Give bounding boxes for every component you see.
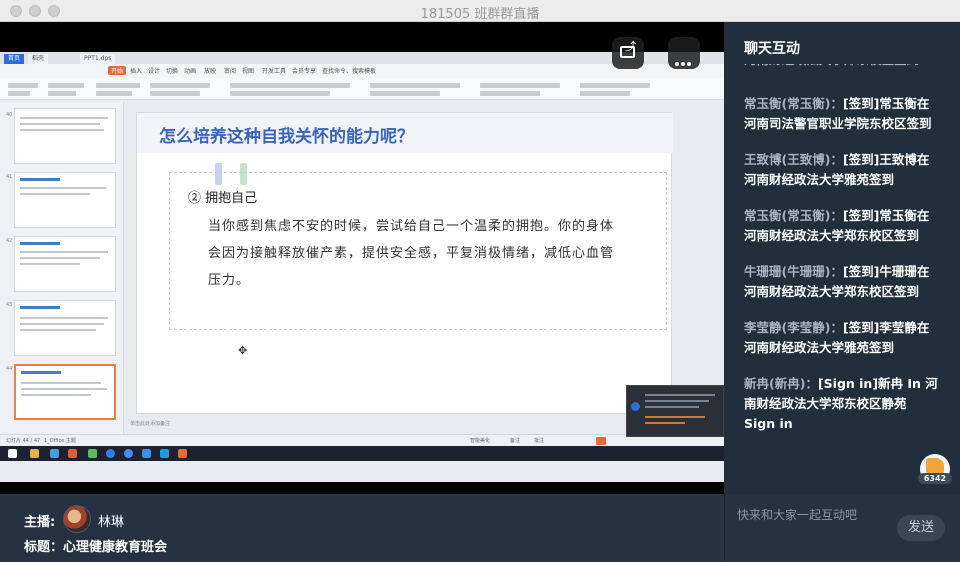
more-icon <box>675 51 693 70</box>
slide-thumbnail[interactable] <box>14 236 116 292</box>
notes-button: 备注 <box>510 438 521 444</box>
taskbar-app-icon <box>142 449 151 458</box>
wps-tab-daoke: 稻壳 <box>28 54 49 64</box>
thumbnail-number: 43 <box>6 302 13 308</box>
thumbnail-number: 41 <box>6 174 13 180</box>
chat-message-partial: 河南财经政法大学郑东校区签到 <box>744 64 940 70</box>
wps-ribbon <box>0 78 724 100</box>
arrow-icon: ⤴ <box>625 40 636 53</box>
slide-thumbnail-selected[interactable] <box>14 364 116 420</box>
chat-sender: 新冉(新冉)： <box>744 376 818 391</box>
slide-thumbnail-pane: 40 41 42 43 44 <box>0 102 124 440</box>
screencast-button[interactable]: ⤴ <box>612 37 644 69</box>
chat-sender: 常玉衡(常玉衡)： <box>744 208 843 223</box>
live-video[interactable]: 首页 稻壳 PPT1.dps 开始 插入 设计 切换 动画 放映 审阅 视图 开… <box>0 22 724 494</box>
windows-start-icon <box>8 449 17 458</box>
wps-tab-home: 首页 <box>4 54 25 64</box>
window-title: 181505 班群群直播 <box>420 7 540 22</box>
wps-menu-animation: 动画 <box>184 68 197 75</box>
chat-message: 新冉(新冉)：[Sign in]新冉 In 河南财经政法大学郑东校区静苑 Sig… <box>744 374 940 434</box>
mouse-cursor-icon: ✥ <box>238 344 248 357</box>
taskbar-app-icon <box>160 449 169 458</box>
chat-message: 牛珊珊(牛珊珊)：[签到]牛珊珊在河南财经政法大学郑东校区签到 <box>744 262 940 302</box>
slide-title-band: 怎么培养这种自我关怀的能力呢？ <box>137 113 673 153</box>
chat-message: 王致博(王致博)：[签到]王致博在河南财经政法大学雅苑签到 <box>744 150 940 190</box>
wps-menu-member: 会员专享 <box>292 68 317 75</box>
shared-screen: 首页 稻壳 PPT1.dps 开始 插入 设计 切换 动画 放映 审阅 视图 开… <box>0 52 724 482</box>
wps-menu-insert: 插入 <box>130 68 143 75</box>
beautify-button: 智能美化 <box>470 438 491 444</box>
notification-popup <box>626 385 724 437</box>
host-info-bar: 主播: 林琳 标题：心理健康教育班会 <box>0 494 724 562</box>
chat-sender: 常玉衡(常玉衡)： <box>744 96 843 111</box>
chat-sender: 李莹静(李莹静)： <box>744 320 843 335</box>
thumbnail-number: 42 <box>6 238 13 244</box>
chat-title: 聊天互动 <box>744 41 800 57</box>
slide-content-box: ② 拥抱自己 当你感到焦虑不安的时候，尝试给自己一个温柔的拥抱。你的身体会因为接… <box>169 172 667 330</box>
theme-name: 1_Office 主题 <box>44 438 76 444</box>
like-count: 6342 <box>918 473 952 484</box>
thumbnail-number: 44 <box>6 366 13 372</box>
taskbar-app-icon <box>50 449 59 458</box>
thumbnail-number: 40 <box>6 112 13 118</box>
chat-sender: 牛珊珊(牛珊珊)： <box>744 264 843 279</box>
wps-menu-search: 查找命令、搜索模板 <box>322 68 377 75</box>
host-name: 林琳 <box>98 515 125 530</box>
chat-message: 李莹静(李莹静)：[签到]李莹静在河南财经政法大学雅苑签到 <box>744 318 940 358</box>
more-button[interactable] <box>668 37 700 69</box>
live-window: 181505 班群群直播 首页 稻壳 PPT1.dps 开始 插入 设计 切换 … <box>0 0 960 562</box>
like-button[interactable]: 6342 <box>918 454 952 484</box>
taskbar-app-icon <box>30 449 39 458</box>
chat-message: 常玉衡(常玉衡)：[签到]常玉衡在河南司法警官职业学院东校区签到 <box>744 94 940 134</box>
comments-button: 批注 <box>534 438 545 444</box>
taskbar-app-icon <box>178 449 187 458</box>
wps-menu-review: 审阅 <box>224 68 237 75</box>
slide-counter: 幻灯片 44 / 47 <box>6 438 41 444</box>
wps-status-bar: 幻灯片 44 / 47 1_Office 主题 智能美化 备注 批注 <box>0 434 724 446</box>
wps-menu-devtools: 开发工具 <box>262 68 287 75</box>
play-slideshow-icon <box>596 437 606 445</box>
wps-menu-start: 开始 <box>108 66 127 75</box>
wps-menu-transition: 切换 <box>166 68 179 75</box>
slide-thumbnail[interactable] <box>14 108 116 164</box>
taskbar-app-icon <box>124 449 133 458</box>
slide-thumbnail[interactable] <box>14 172 116 228</box>
chat-input-bar: 发送 <box>724 494 960 562</box>
slide-title: 怎么培养这种自我关怀的能力呢？ <box>159 127 414 147</box>
avatar[interactable] <box>63 505 91 533</box>
notes-placeholder: 单击此处添加备注 <box>130 421 171 427</box>
chat-message-list[interactable]: 河南财经政法大学郑东校区签到 常玉衡(常玉衡)：[签到]常玉衡在河南司法警官职业… <box>724 64 960 494</box>
wps-menu-view: 视图 <box>242 68 255 75</box>
host-label: 主播: <box>24 515 56 530</box>
like-icon <box>926 458 944 474</box>
windows-taskbar <box>0 446 724 461</box>
taskbar-app-icon <box>88 449 97 458</box>
slide-body-text: 当你感到焦虑不安的时候，尝试给自己一个温柔的拥抱。你的身体会因为接触释放催产素，… <box>208 219 615 288</box>
chat-message: 常玉衡(常玉衡)：[签到]常玉衡在河南财经政法大学郑东校区签到 <box>744 206 940 246</box>
chat-panel: 聊天互动 河南财经政法大学郑东校区签到 常玉衡(常玉衡)：[签到]常玉衡在河南司… <box>724 22 960 494</box>
wps-tab-ppt: PPT1.dps <box>80 54 116 64</box>
chat-sender: 王致博(王致博)： <box>744 152 843 167</box>
taskbar-app-icon <box>106 449 115 458</box>
wps-menu-design: 设计 <box>148 68 161 75</box>
slide-thumbnail[interactable] <box>14 300 116 356</box>
taskbar-app-icon <box>68 449 77 458</box>
send-button[interactable]: 发送 <box>897 515 945 541</box>
chat-input[interactable] <box>737 505 897 525</box>
slide-subheading: ② 拥抱自己 <box>188 191 258 206</box>
wps-menu-slideshow: 放映 <box>204 68 217 75</box>
title-bar: 181505 班群群直播 <box>0 0 960 22</box>
live-subject: 标题：心理健康教育班会 <box>24 540 168 555</box>
current-slide: 怎么培养这种自我关怀的能力呢？ ② 拥抱自己 当你感到焦虑不安的时候，尝试给自己… <box>136 112 673 414</box>
